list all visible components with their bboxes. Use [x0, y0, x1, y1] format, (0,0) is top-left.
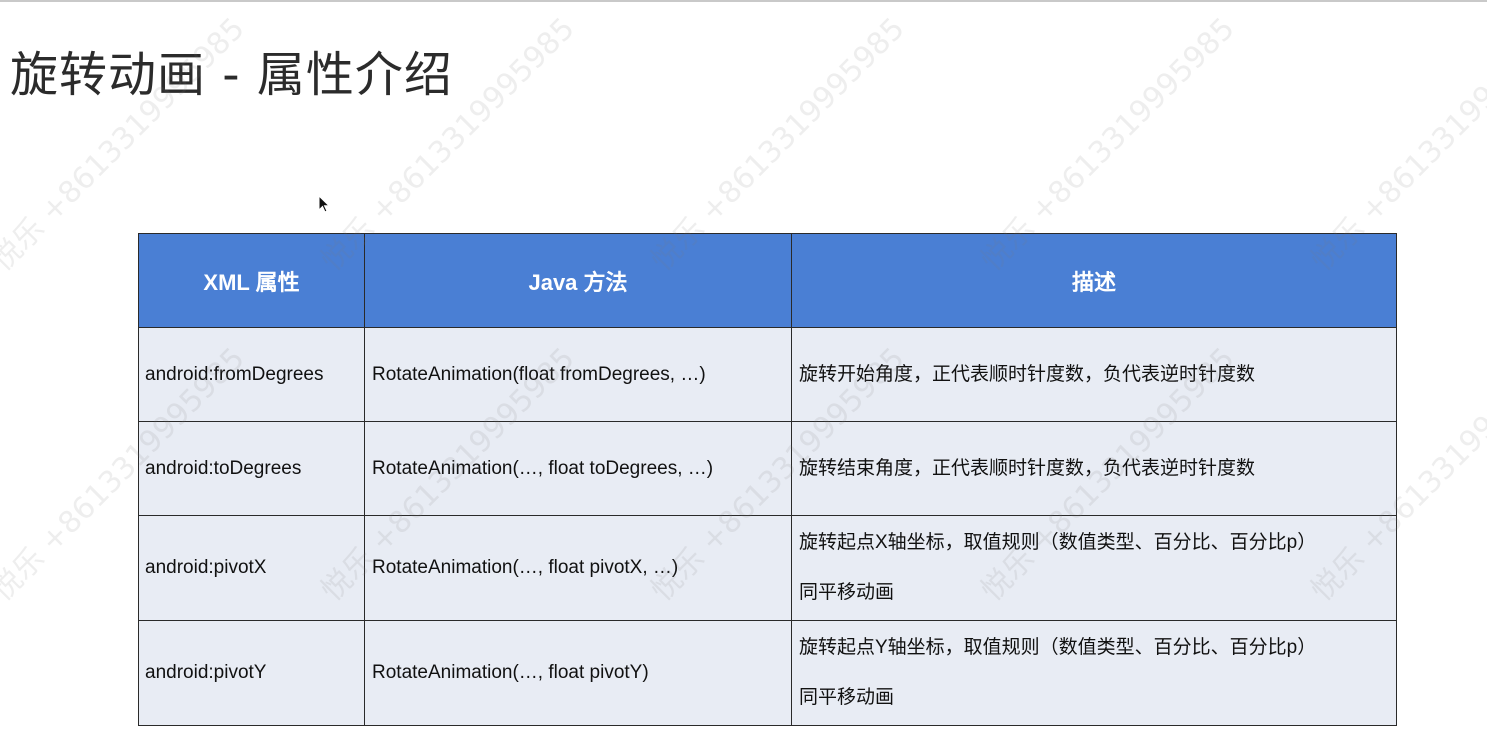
top-divider: [0, 0, 1487, 2]
java-method-cell: RotateAnimation(float fromDegrees, …): [364, 327, 792, 422]
header-java-method: Java 方法: [364, 233, 792, 328]
java-method-cell: RotateAnimation(…, float pivotY): [364, 620, 792, 726]
description-text: 旋转起点Y轴坐标，取值规则（数值类型、百分比、百分比p）: [799, 637, 1317, 658]
table-row: android:pivotX RotateAnimation(…, float …: [138, 515, 1397, 621]
description-text: 旋转起点X轴坐标，取值规则（数值类型、百分比、百分比p）: [799, 532, 1317, 553]
description-cell: 旋转起点Y轴坐标，取值规则（数值类型、百分比、百分比p） 同平移动画: [791, 620, 1397, 726]
description-text: 旋转结束角度，正代表顺时针度数，负代表逆时针度数: [799, 457, 1256, 479]
xml-attribute-cell: android:fromDegrees: [138, 327, 365, 422]
page-title: 旋转动画 - 属性介绍: [10, 47, 453, 103]
table-row: android:toDegrees RotateAnimation(…, flo…: [138, 421, 1397, 516]
table-row: android:fromDegrees RotateAnimation(floa…: [138, 327, 1397, 422]
attribute-table: XML 属性 Java 方法 描述 android:fromDegrees Ro…: [138, 233, 1397, 726]
mouse-pointer-icon: [318, 195, 331, 213]
description-text-continued: 同平移动画: [799, 687, 895, 708]
xml-attribute-cell: android:pivotX: [138, 515, 365, 621]
java-method-cell: RotateAnimation(…, float toDegrees, …): [364, 421, 792, 516]
description-cell: 旋转起点X轴坐标，取值规则（数值类型、百分比、百分比p） 同平移动画: [791, 515, 1397, 621]
xml-attribute-cell: android:toDegrees: [138, 421, 365, 516]
header-xml-attribute: XML 属性: [138, 233, 365, 328]
table-header-row: XML 属性 Java 方法 描述: [138, 233, 1397, 328]
description-cell: 旋转开始角度，正代表顺时针度数，负代表逆时针度数: [791, 327, 1397, 422]
table-row: android:pivotY RotateAnimation(…, float …: [138, 620, 1397, 726]
description-text: 旋转开始角度，正代表顺时针度数，负代表逆时针度数: [799, 363, 1256, 385]
xml-attribute-cell: android:pivotY: [138, 620, 365, 726]
header-description: 描述: [791, 233, 1397, 328]
java-method-cell: RotateAnimation(…, float pivotX, …): [364, 515, 792, 621]
description-text-continued: 同平移动画: [799, 582, 895, 603]
description-cell: 旋转结束角度，正代表顺时针度数，负代表逆时针度数: [791, 421, 1397, 516]
